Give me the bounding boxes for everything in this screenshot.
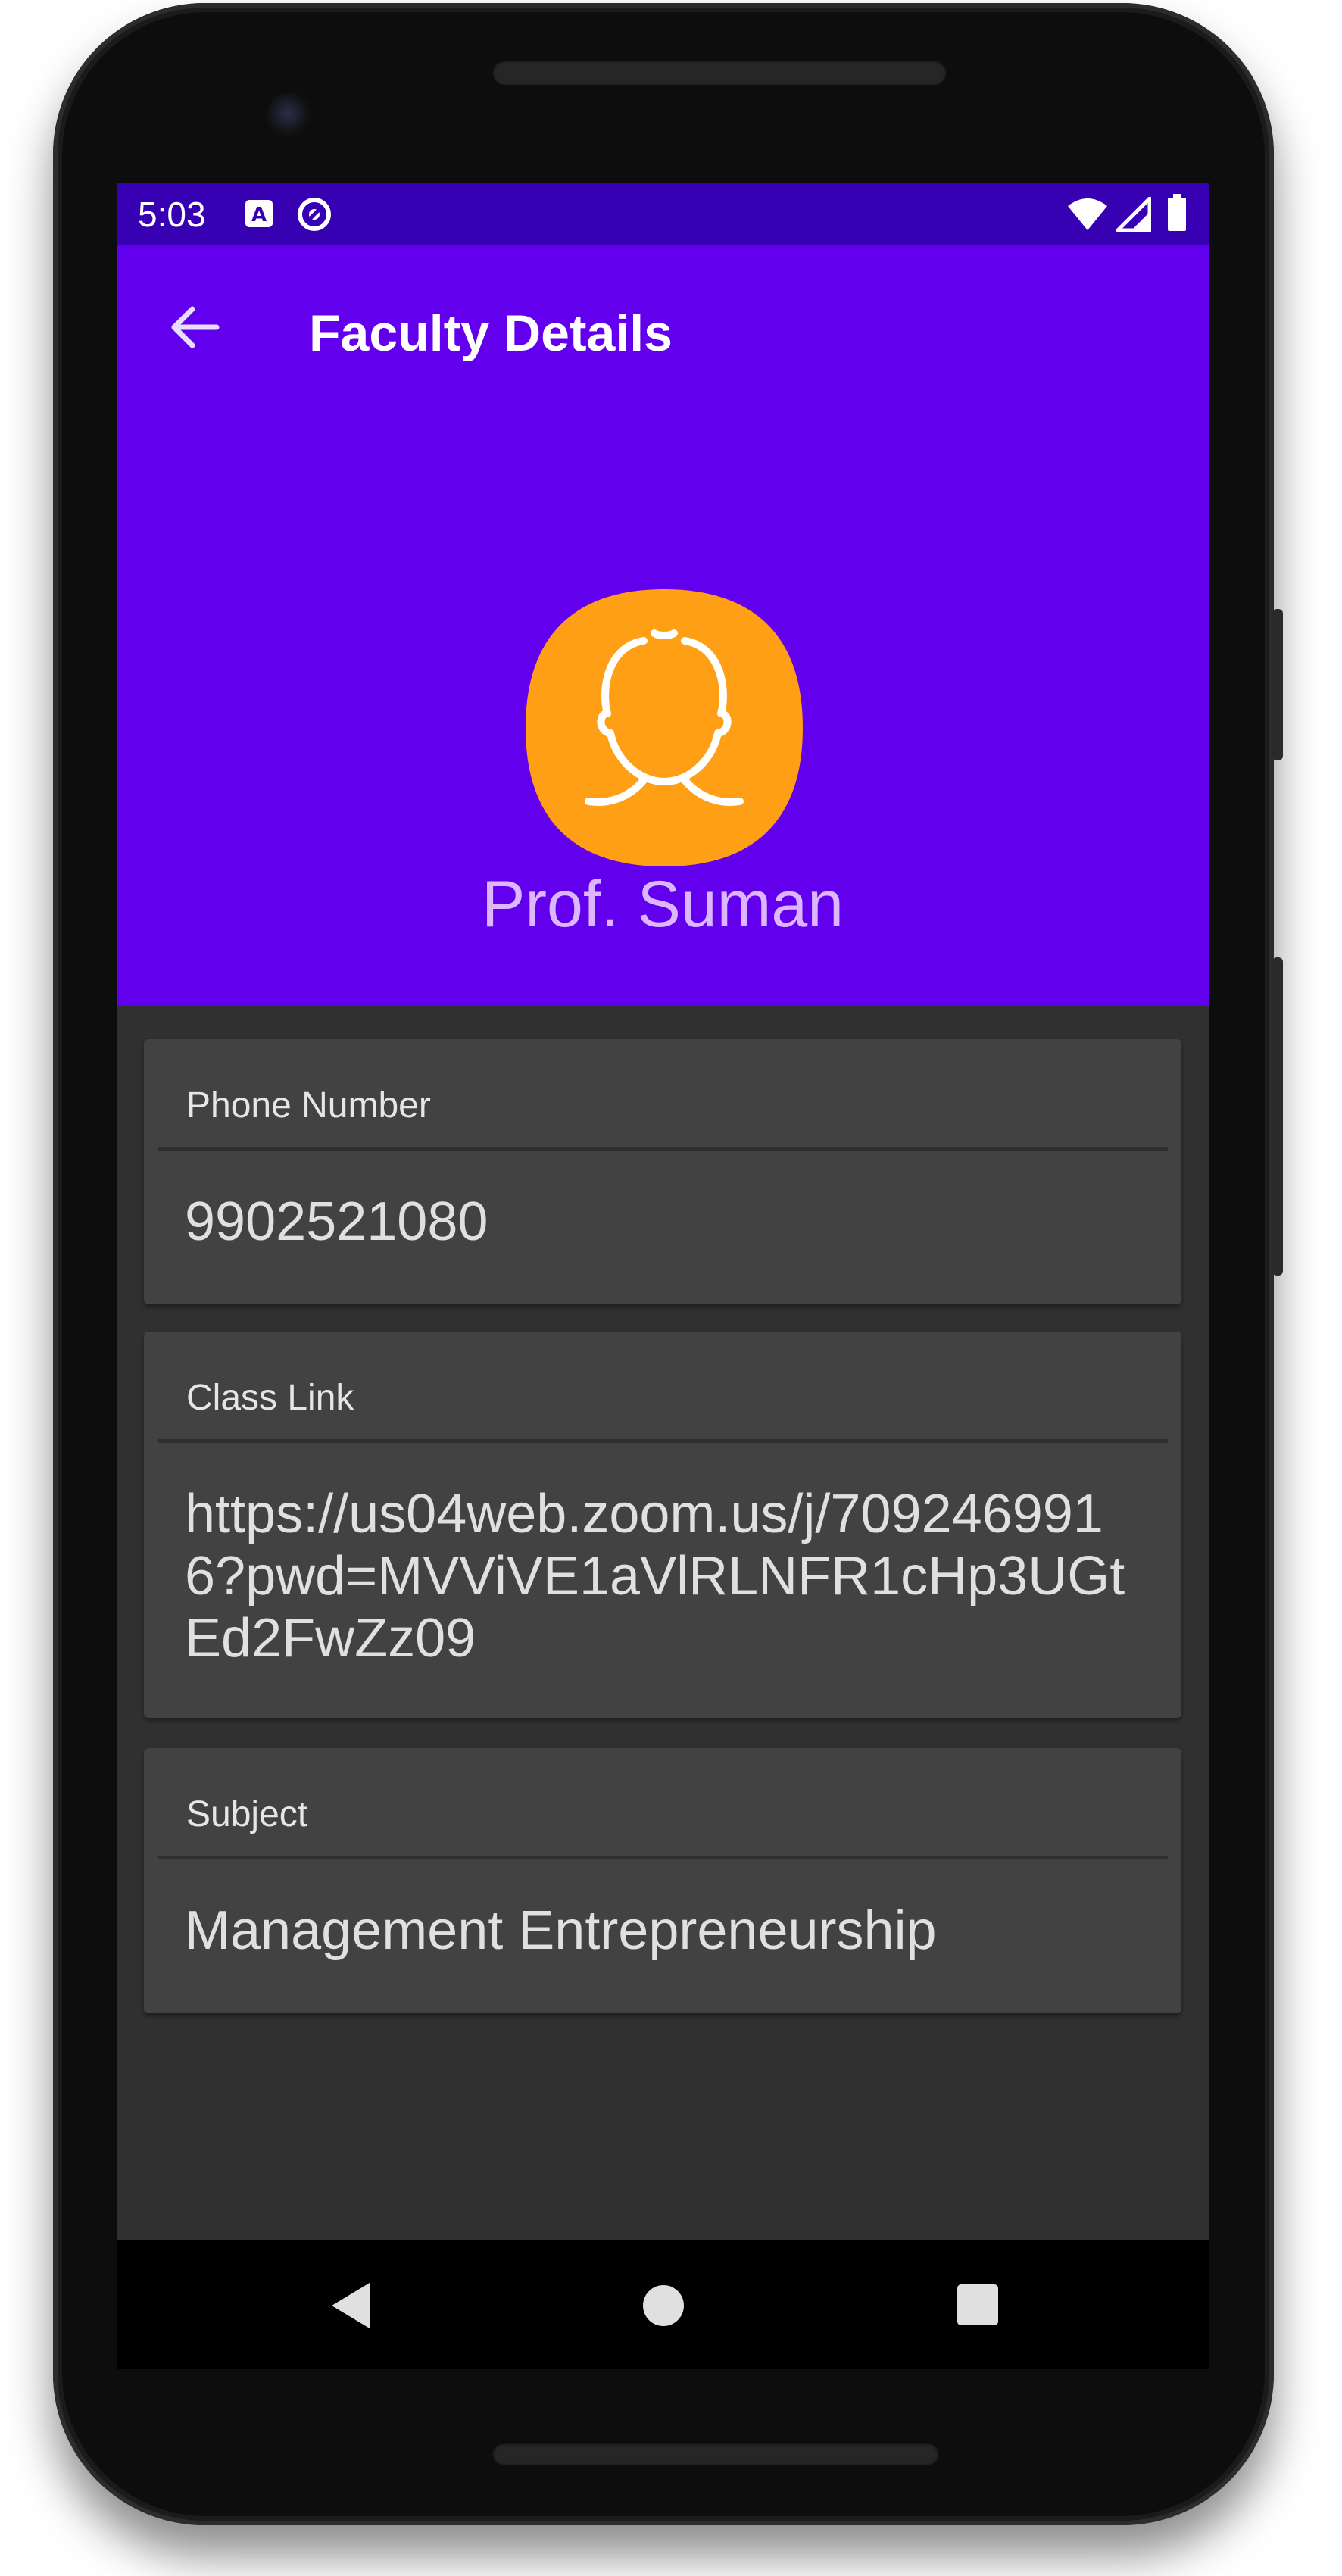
accessibility-a-icon: A [245,200,273,227]
sync-icon [298,198,331,231]
status-time: 5:03 [138,195,206,234]
power-button [1272,609,1283,760]
svg-text:A: A [251,204,267,226]
status-bar: 5:03 A [117,183,1209,245]
app-bar: Faculty Details Prof. Suman [117,245,1209,1006]
subject-label: Subject [186,1794,308,1834]
top-speaker [492,59,947,85]
battery-icon [1168,194,1186,231]
page-title: Faculty Details [309,304,673,362]
phone-number-value[interactable]: 9902521080 [185,1191,1151,1253]
class-link-value[interactable]: https://us04web.zoom.us/j/7092469916?pwd… [185,1483,1151,1669]
divider [158,1147,1168,1151]
phone-number-card: Phone Number 9902521080 [144,1039,1181,1304]
wifi-icon [1068,198,1107,230]
bottom-speaker [492,2442,939,2465]
cellular-signal-icon [1116,197,1151,232]
subject-card: Subject Management Entrepreneurship [144,1748,1181,2013]
app-screen: 5:03 A Faculty Details Prof. Suman Phone… [117,183,1209,2369]
divider [158,1856,1168,1859]
class-link-label: Class Link [186,1378,354,1418]
person-outline-icon [526,589,803,866]
faculty-name: Prof. Suman [482,868,844,941]
divider [158,1439,1168,1443]
home-circle-icon[interactable] [635,2277,692,2334]
navigation-bar [117,2240,1209,2369]
back-triangle-icon[interactable] [323,2277,380,2334]
phone-number-label: Phone Number [186,1085,431,1126]
subject-value: Management Entrepreneurship [185,1900,937,1961]
volume-button [1272,957,1283,1276]
class-link-card: Class Link https://us04web.zoom.us/j/709… [144,1332,1181,1718]
back-button[interactable] [159,291,232,364]
arrow-back-icon [171,306,220,348]
recents-square-icon[interactable] [950,2277,1007,2334]
front-camera [267,92,314,139]
